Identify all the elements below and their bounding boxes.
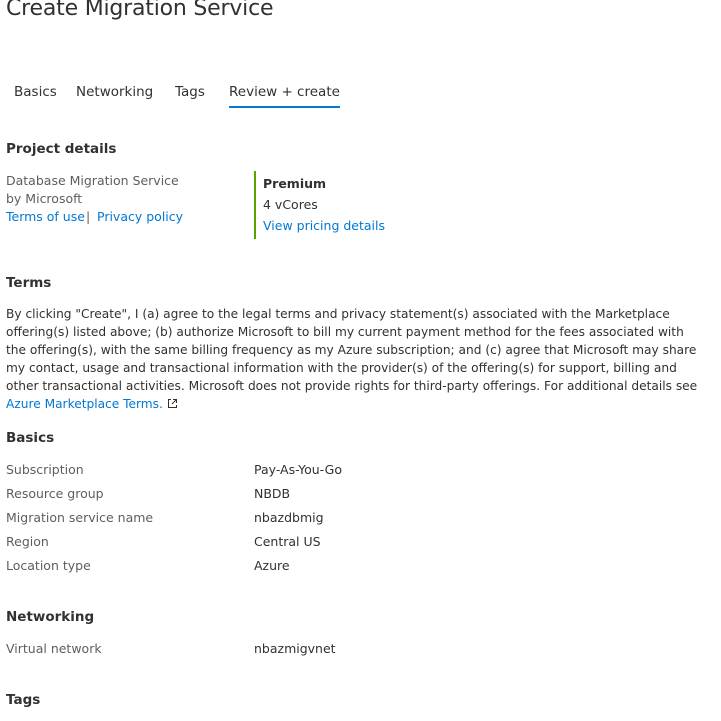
plan-name: Premium [263,176,327,191]
virtual-network-value: nbazmigvnet [254,641,336,656]
subscription-value: Pay-As-You-Go [254,462,342,477]
networking-heading: Networking [6,609,95,625]
tags-heading: Tags [6,692,41,708]
terms-paragraph: By clicking "Create", I (a) agree to the… [6,305,706,414]
migration-service-name-value: nbazdbmig [254,510,324,525]
tab-tags[interactable]: Tags [175,84,205,106]
tab-basics[interactable]: Basics [14,84,57,106]
terms-heading: Terms [6,275,52,291]
resource-group-value: NBDB [254,486,291,501]
tab-networking[interactable]: Networking [76,84,153,106]
privacy-policy-link[interactable]: Privacy policy [97,209,183,224]
azure-marketplace-terms-link[interactable]: Azure Marketplace Terms. [6,397,163,411]
basics-heading: Basics [6,430,55,446]
location-type-value: Azure [254,558,290,573]
link-separator: | [86,209,91,224]
external-link-icon[interactable] [167,396,178,414]
plan-cores: 4 vCores [263,197,318,212]
plan-accent-bar [254,171,256,239]
subscription-label: Subscription [6,462,84,477]
page-title: Create Migration Service [6,0,274,21]
publisher-name: by Microsoft [6,191,83,206]
migration-service-name-label: Migration service name [6,510,154,525]
terms-of-use-link[interactable]: Terms of use [6,209,85,224]
project-details-heading: Project details [6,141,117,157]
terms-body: By clicking "Create", I (a) agree to the… [6,307,698,393]
tab-review-create[interactable]: Review + create [229,84,340,108]
product-name: Database Migration Service [6,173,179,188]
region-label: Region [6,534,49,549]
resource-group-label: Resource group [6,486,104,501]
create-migration-service-page: Create Migration Service Basics Networki… [0,0,721,721]
location-type-label: Location type [6,558,91,573]
region-value: Central US [254,534,321,549]
virtual-network-label: Virtual network [6,641,102,656]
view-pricing-details-link[interactable]: View pricing details [263,218,385,233]
